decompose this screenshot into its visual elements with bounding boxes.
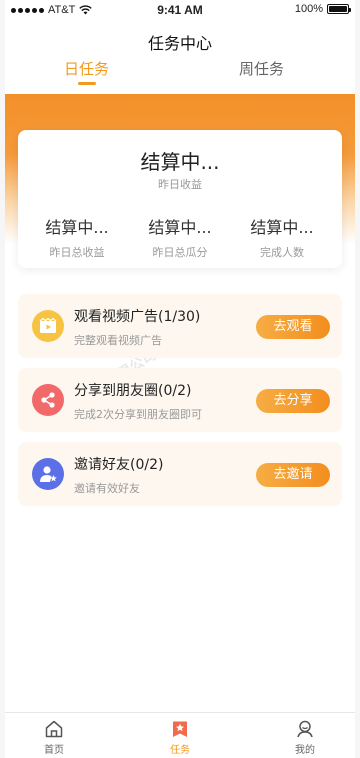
video-icon xyxy=(32,310,64,342)
battery-icon xyxy=(327,4,351,14)
tabbar-label: 我的 xyxy=(295,745,315,756)
task-description: 完整观看视频广告 xyxy=(74,334,162,347)
stat-value: 结算中... xyxy=(45,218,109,237)
tabbar-item-profile[interactable]: 我的 xyxy=(275,719,335,756)
invite-button[interactable]: 去邀请 xyxy=(256,463,330,487)
battery-percent: 100% xyxy=(294,3,323,15)
tab-weekly[interactable]: 周任务 xyxy=(239,58,284,79)
tabbar-label: 任务 xyxy=(170,745,190,756)
bottom-tab-bar: 首页 任务 我的 xyxy=(5,712,355,758)
stat-label: 完成人数 xyxy=(260,246,304,259)
stat-label: 昨日总瓜分 xyxy=(152,246,208,259)
task-description: 邀请有效好友 xyxy=(74,482,140,495)
yesterday-earnings-label: 昨日收益 xyxy=(158,178,202,191)
stat-completed-count: 结算中... 完成人数 xyxy=(232,214,332,260)
task-watch-video: 观看视频广告(1/30) 完整观看视频广告 去观看 xyxy=(18,294,342,358)
app-screen: AT&T 9:41 AM 100% 任务中心 日任务 周任务 郑州信息技术有限公… xyxy=(5,0,355,758)
task-tabs: 日任务 周任务 xyxy=(5,58,355,92)
tabbar-label: 首页 xyxy=(44,745,64,756)
stat-total-split: 结算中... 昨日总瓜分 xyxy=(130,214,230,260)
share-icon xyxy=(32,384,64,416)
earnings-summary-card: 结算中... 昨日收益 结算中... 昨日总收益 结算中... 昨日总瓜分 结算… xyxy=(18,130,342,268)
task-title: 邀请好友(0/2) xyxy=(74,457,164,473)
watch-video-button[interactable]: 去观看 xyxy=(256,315,330,339)
task-title: 分享到朋友圈(0/2) xyxy=(74,383,192,399)
task-icon xyxy=(173,721,187,737)
stat-label: 昨日总收益 xyxy=(49,246,105,259)
tabbar-item-task[interactable]: 任务 xyxy=(150,719,210,756)
home-icon xyxy=(45,720,63,738)
task-invite-friends: 邀请好友(0/2) 邀请有效好友 去邀请 xyxy=(18,442,342,506)
task-share-moments: 分享到朋友圈(0/2) 完成2次分享到朋友圈即可 去分享 xyxy=(18,368,342,432)
invite-user-icon xyxy=(32,458,64,490)
profile-icon xyxy=(297,720,313,738)
status-bar: AT&T 9:41 AM 100% xyxy=(5,0,355,20)
stat-value: 结算中... xyxy=(148,218,212,237)
active-tab-indicator xyxy=(78,82,96,85)
task-description: 完成2次分享到朋友圈即可 xyxy=(74,408,202,421)
stat-value: 结算中... xyxy=(250,218,314,237)
tab-daily[interactable]: 日任务 xyxy=(64,58,109,79)
yesterday-earnings-value: 结算中... xyxy=(140,150,220,174)
battery-status: 100% xyxy=(294,3,351,15)
tabbar-item-home[interactable]: 首页 xyxy=(24,719,84,756)
stat-total-earnings: 结算中... 昨日总收益 xyxy=(27,214,127,260)
share-button[interactable]: 去分享 xyxy=(256,389,330,413)
page-title: 任务中心 xyxy=(147,34,212,53)
task-title: 观看视频广告(1/30) xyxy=(74,309,201,325)
